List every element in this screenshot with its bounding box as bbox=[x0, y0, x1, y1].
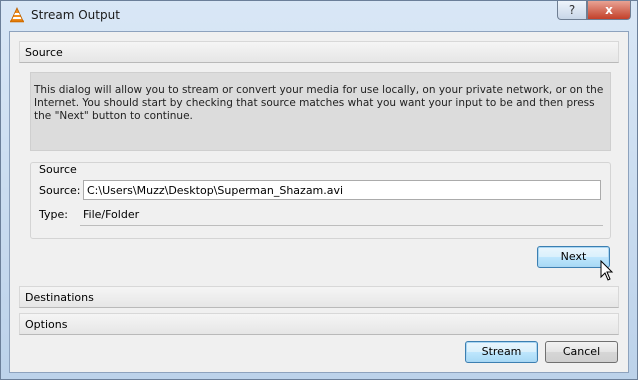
cancel-button[interactable]: Cancel bbox=[545, 341, 618, 363]
stream-button[interactable]: Stream bbox=[465, 341, 538, 363]
stream-output-window: Stream Output ? x Source This dialog wil… bbox=[0, 0, 638, 380]
source-section-label: Source bbox=[25, 46, 63, 59]
info-panel: This dialog will allow you to stream or … bbox=[30, 72, 611, 151]
source-label: Source: bbox=[39, 184, 81, 197]
options-section-header[interactable]: Options bbox=[19, 313, 619, 335]
help-button[interactable]: ? bbox=[557, 1, 587, 20]
vlc-cone-icon bbox=[10, 7, 24, 23]
destinations-section-header[interactable]: Destinations bbox=[19, 286, 619, 308]
source-section-header[interactable]: Source bbox=[19, 41, 619, 63]
divider bbox=[80, 225, 603, 226]
title-bar[interactable]: Stream Output ? x bbox=[1, 1, 637, 31]
source-groupbox: Source Source: C:\Users\Muzz\Desktop\Sup… bbox=[30, 162, 611, 239]
mouse-pointer-icon bbox=[600, 260, 614, 281]
source-group-title: Source bbox=[39, 163, 77, 176]
dialog-body: Source This dialog will allow you to str… bbox=[9, 31, 629, 373]
window-title: Stream Output bbox=[31, 8, 120, 22]
close-button[interactable]: x bbox=[587, 1, 631, 20]
type-value: File/Folder bbox=[83, 208, 140, 221]
info-text: This dialog will allow you to stream or … bbox=[34, 84, 604, 122]
type-label: Type: bbox=[39, 208, 68, 221]
options-section-label: Options bbox=[25, 318, 68, 331]
destinations-section-label: Destinations bbox=[25, 291, 94, 304]
source-path-field[interactable]: C:\Users\Muzz\Desktop\Superman_Shazam.av… bbox=[83, 180, 601, 200]
